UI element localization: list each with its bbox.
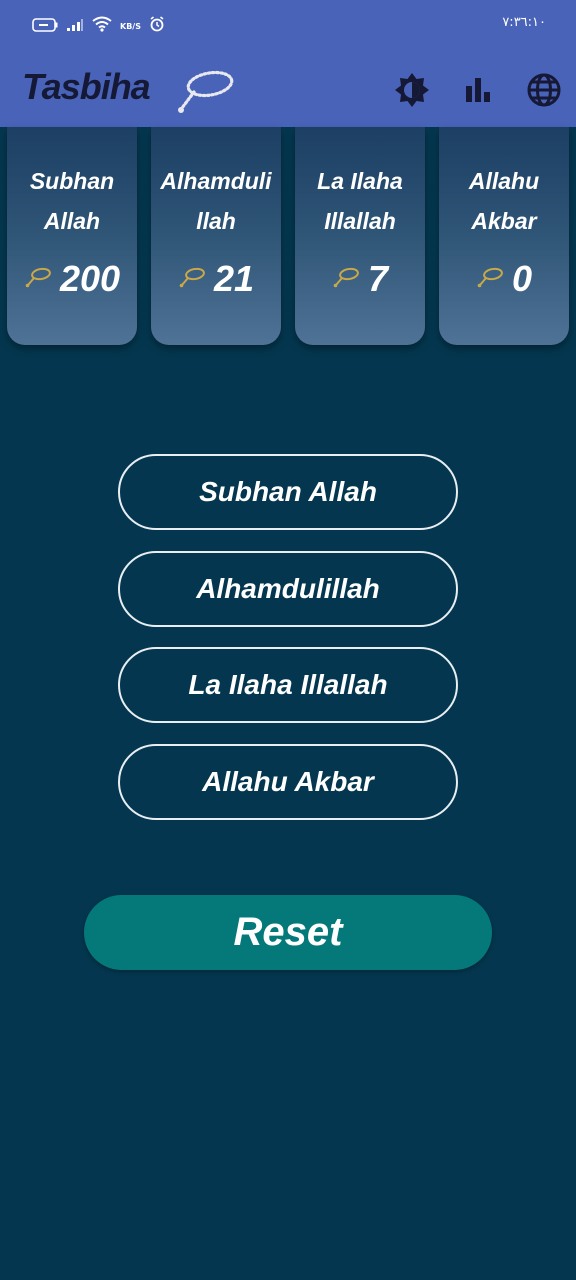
status-time: ٧:٣٦:١٠ bbox=[502, 15, 546, 30]
app-bar: Tasbiha bbox=[0, 52, 576, 127]
alhamdulillah-button[interactable]: Alhamdulillah bbox=[118, 551, 458, 627]
la-ilaha-illallah-button[interactable]: La Ilaha Illallah bbox=[118, 647, 458, 723]
card-label: Allahu Akbar bbox=[468, 168, 540, 234]
language-icon[interactable] bbox=[524, 70, 564, 110]
card-allahu-akbar: Allahu Akbar 0 bbox=[439, 127, 569, 345]
card-label: La Ilaha Illallah bbox=[317, 168, 403, 234]
allahu-akbar-button[interactable]: Allahu Akbar bbox=[118, 744, 458, 820]
status-icons: KB/S bbox=[32, 15, 165, 37]
reset-button[interactable]: Reset bbox=[84, 895, 492, 970]
network-speed: KB/S bbox=[120, 21, 141, 31]
card-count: 7 bbox=[367, 258, 389, 299]
card-count: 21 bbox=[213, 258, 255, 299]
card-la-ilaha-illallah: La Ilaha Illallah 7 bbox=[295, 127, 425, 345]
prayer-beads-icon bbox=[332, 266, 360, 292]
card-subhan-allah: Subhan Allah 200 bbox=[7, 127, 137, 345]
alarm-icon bbox=[149, 16, 165, 36]
card-count-row: 21 bbox=[151, 257, 281, 301]
app-title: Tasbiha bbox=[22, 66, 151, 107]
count-cards: Subhan Allah 200 Alhamduli llah 21 La Il… bbox=[0, 127, 576, 347]
card-alhamdulillah: Alhamduli llah 21 bbox=[151, 127, 281, 345]
card-count-row: 200 bbox=[7, 257, 137, 301]
prayer-beads-icon bbox=[476, 266, 504, 292]
prayer-beads-icon bbox=[174, 68, 238, 120]
card-count: 0 bbox=[511, 258, 533, 299]
card-label: Subhan Allah bbox=[29, 168, 115, 234]
card-count-row: 0 bbox=[439, 257, 569, 301]
stats-icon[interactable] bbox=[458, 70, 498, 110]
status-bar: KB/S ٧:٣٦:١٠ bbox=[0, 0, 576, 52]
card-count-row: 7 bbox=[295, 257, 425, 301]
wifi-icon bbox=[92, 16, 112, 36]
signal-icon bbox=[66, 17, 84, 36]
prayer-beads-icon bbox=[24, 266, 52, 292]
subhan-allah-button[interactable]: Subhan Allah bbox=[118, 454, 458, 530]
card-label: Alhamduli llah bbox=[160, 168, 272, 234]
theme-icon[interactable] bbox=[392, 70, 432, 110]
battery-icon bbox=[32, 17, 58, 36]
prayer-beads-icon bbox=[178, 266, 206, 292]
card-count: 200 bbox=[59, 258, 121, 299]
